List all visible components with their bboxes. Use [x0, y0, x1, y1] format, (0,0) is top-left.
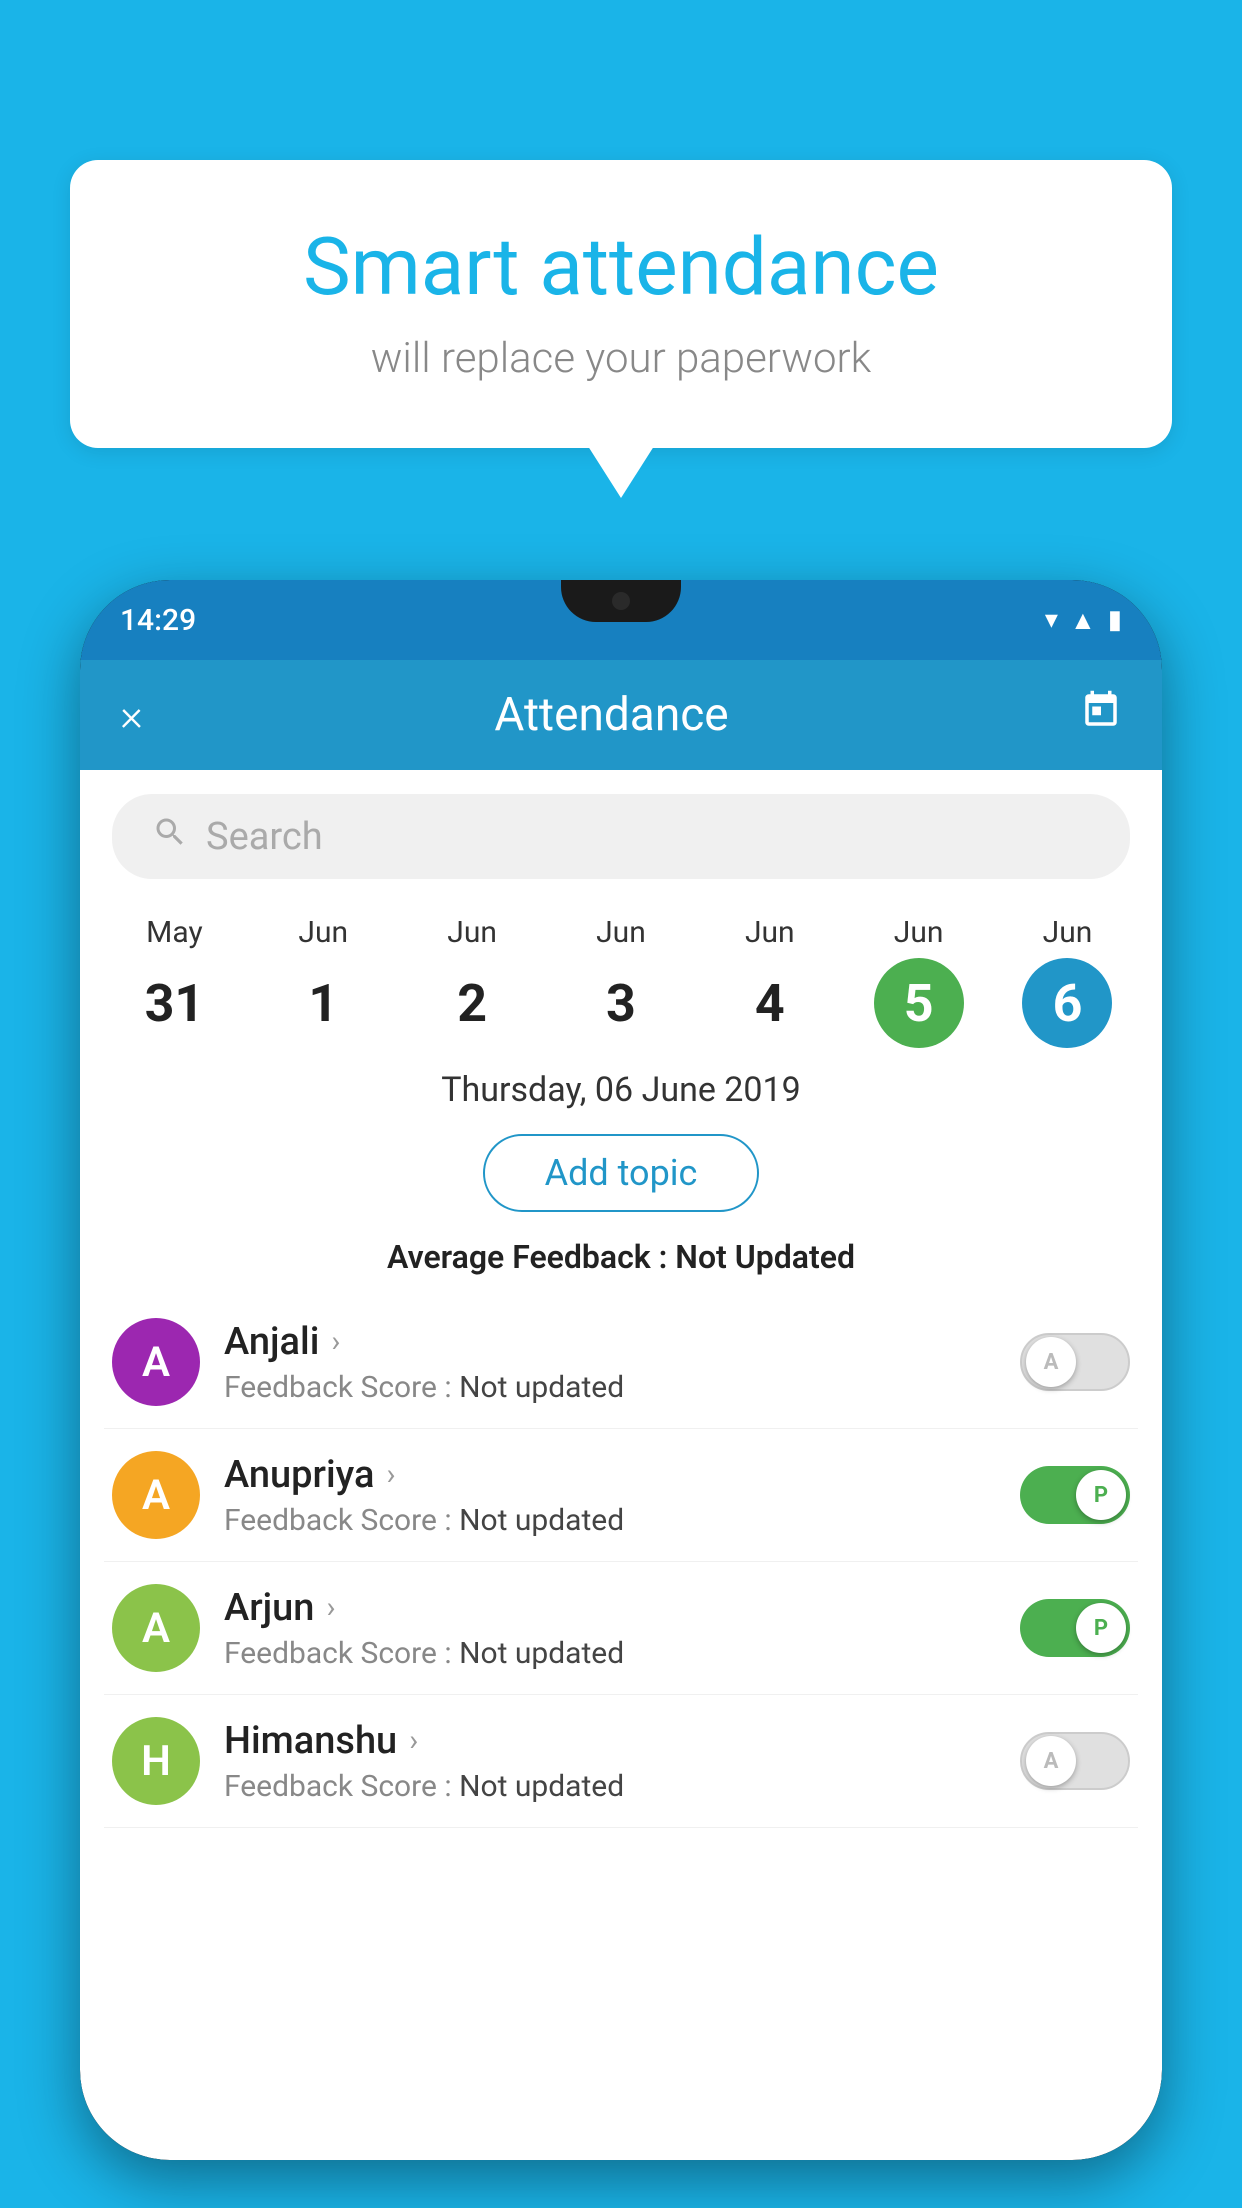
- student-avatar: A: [112, 1584, 200, 1672]
- student-name-row: Anupriya ›: [224, 1453, 996, 1497]
- student-row[interactable]: A Anupriya › Feedback Score : Not updated P: [104, 1429, 1138, 1562]
- student-name-text: Arjun: [224, 1586, 314, 1630]
- chevron-right-icon: ›: [386, 1457, 395, 1492]
- cal-month-label: Jun: [1043, 915, 1093, 950]
- status-icons: ▾ ▲ ▮: [1045, 605, 1122, 636]
- attendance-toggle[interactable]: P: [1020, 1466, 1130, 1524]
- bubble-title: Smart attendance: [150, 220, 1092, 314]
- phone-container: 14:29 ▾ ▲ ▮ × Attendance: [80, 580, 1162, 2208]
- search-icon: [152, 814, 188, 859]
- cal-month-label: Jun: [894, 915, 944, 950]
- toggle-thumb: A: [1026, 1337, 1076, 1387]
- student-info: Anjali › Feedback Score : Not updated: [224, 1320, 996, 1405]
- student-avatar: A: [112, 1451, 200, 1539]
- cal-date-number: 3: [576, 958, 666, 1048]
- cal-month-label: Jun: [447, 915, 497, 950]
- calendar-day-0[interactable]: May 31: [114, 915, 234, 1048]
- calendar-day-1[interactable]: Jun 1: [263, 915, 383, 1048]
- student-row[interactable]: A Anjali › Feedback Score : Not updated A: [104, 1296, 1138, 1429]
- add-topic-label[interactable]: Add topic: [483, 1134, 760, 1212]
- calendar-day-3[interactable]: Jun 3: [561, 915, 681, 1048]
- student-name-row: Himanshu ›: [224, 1719, 996, 1763]
- student-name-text: Anjali: [224, 1320, 319, 1364]
- student-row[interactable]: A Arjun › Feedback Score : Not updated P: [104, 1562, 1138, 1695]
- cal-date-number: 6: [1022, 958, 1112, 1048]
- search-placeholder: Search: [206, 815, 323, 859]
- notch: [561, 580, 681, 622]
- app-header: × Attendance: [80, 660, 1162, 770]
- toggle-switch[interactable]: A: [1020, 1732, 1130, 1790]
- feedback-score: Feedback Score : Not updated: [224, 1503, 996, 1538]
- student-info: Himanshu › Feedback Score : Not updated: [224, 1719, 996, 1804]
- calendar-day-4[interactable]: Jun 4: [710, 915, 830, 1048]
- student-row[interactable]: H Himanshu › Feedback Score : Not updated A: [104, 1695, 1138, 1828]
- feedback-score: Feedback Score : Not updated: [224, 1636, 996, 1671]
- cal-date-number: 2: [427, 958, 517, 1048]
- cal-month-label: Jun: [745, 915, 795, 950]
- cal-month-label: Jun: [596, 915, 646, 950]
- status-time: 14:29: [120, 603, 196, 638]
- search-bar[interactable]: Search: [112, 794, 1130, 879]
- attendance-toggle[interactable]: A: [1020, 1732, 1130, 1790]
- avg-feedback-value: Not Updated: [675, 1238, 855, 1276]
- toggle-switch[interactable]: P: [1020, 1466, 1130, 1524]
- selected-date-label: Thursday, 06 June 2019: [80, 1048, 1162, 1124]
- calendar-day-2[interactable]: Jun 2: [412, 915, 532, 1048]
- battery-icon: ▮: [1108, 605, 1122, 635]
- toggle-switch[interactable]: A: [1020, 1333, 1130, 1391]
- calendar-day-5[interactable]: Jun 5: [859, 915, 979, 1048]
- speech-bubble: Smart attendance will replace your paper…: [70, 160, 1172, 448]
- cal-date-number: 4: [725, 958, 815, 1048]
- calendar-day-6[interactable]: Jun 6: [1007, 915, 1127, 1048]
- cal-date-number: 31: [129, 958, 219, 1048]
- cal-month-label: Jun: [298, 915, 348, 950]
- feedback-score: Feedback Score : Not updated: [224, 1769, 996, 1804]
- attendance-toggle[interactable]: A: [1020, 1333, 1130, 1391]
- toggle-thumb: A: [1026, 1736, 1076, 1786]
- toggle-switch[interactable]: P: [1020, 1599, 1130, 1657]
- cal-month-label: May: [146, 915, 202, 950]
- close-button[interactable]: ×: [120, 689, 143, 741]
- student-list: AAnjali›Feedback Score : Not updatedAAAn…: [80, 1296, 1162, 1828]
- student-info: Anupriya › Feedback Score : Not updated: [224, 1453, 996, 1538]
- screen-content: Search May 31 Jun 1 Jun 2 Jun 3 Jun 4 Jun 5 Jun 6 Thu…: [80, 770, 1162, 2160]
- bubble-subtitle: will replace your paperwork: [150, 334, 1092, 383]
- speech-bubble-container: Smart attendance will replace your paper…: [70, 160, 1172, 448]
- student-name-row: Anjali ›: [224, 1320, 996, 1364]
- phone-frame: 14:29 ▾ ▲ ▮ × Attendance: [80, 580, 1162, 2160]
- toggle-thumb: P: [1076, 1470, 1126, 1520]
- add-topic-button[interactable]: Add topic: [80, 1124, 1162, 1228]
- student-name-row: Arjun ›: [224, 1586, 996, 1630]
- student-avatar: H: [112, 1717, 200, 1805]
- toggle-thumb: P: [1076, 1603, 1126, 1653]
- wifi-icon: ▾: [1045, 605, 1058, 635]
- student-avatar: A: [112, 1318, 200, 1406]
- attendance-toggle[interactable]: P: [1020, 1599, 1130, 1657]
- camera: [612, 592, 630, 610]
- calendar-week: May 31 Jun 1 Jun 2 Jun 3 Jun 4 Jun 5 Jun 6: [80, 895, 1162, 1048]
- student-name-text: Himanshu: [224, 1719, 397, 1763]
- feedback-score: Feedback Score : Not updated: [224, 1370, 996, 1405]
- search-bar-wrap: Search: [80, 770, 1162, 895]
- status-bar: 14:29 ▾ ▲ ▮: [80, 580, 1162, 660]
- phone-screen: 14:29 ▾ ▲ ▮ × Attendance: [80, 580, 1162, 2160]
- student-name-text: Anupriya: [224, 1453, 374, 1497]
- signal-icon: ▲: [1070, 605, 1096, 636]
- app-title: Attendance: [494, 688, 728, 742]
- chevron-right-icon: ›: [326, 1590, 335, 1625]
- student-info: Arjun › Feedback Score : Not updated: [224, 1586, 996, 1671]
- chevron-right-icon: ›: [331, 1324, 340, 1359]
- cal-date-number: 5: [874, 958, 964, 1048]
- cal-date-number: 1: [278, 958, 368, 1048]
- avg-feedback-label: Average Feedback :: [387, 1238, 667, 1276]
- calendar-icon[interactable]: [1080, 689, 1122, 741]
- avg-feedback: Average Feedback : Not Updated: [80, 1228, 1162, 1296]
- chevron-right-icon: ›: [409, 1723, 418, 1758]
